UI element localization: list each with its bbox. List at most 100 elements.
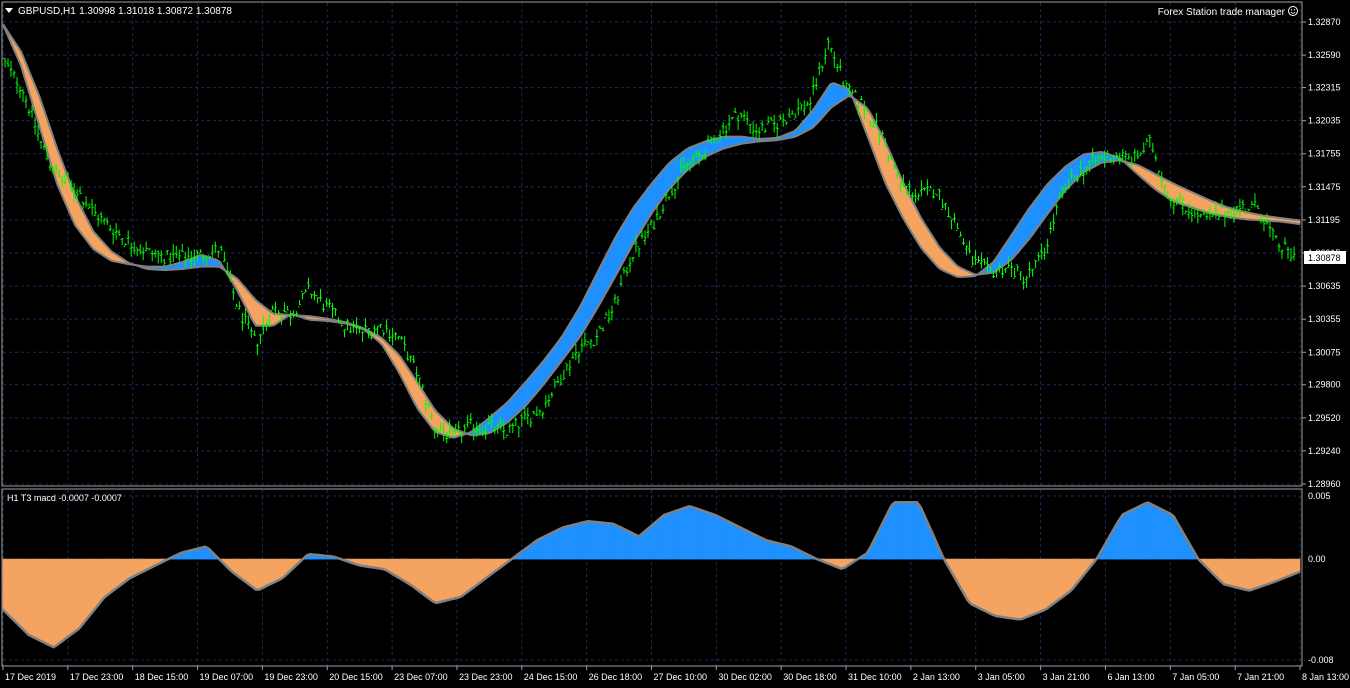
macd-segment <box>685 505 690 560</box>
macd-segment <box>1021 558 1026 620</box>
macd-segment <box>418 558 423 594</box>
macd-segment <box>255 558 260 590</box>
macd-segment <box>974 558 979 609</box>
macd-segment <box>699 509 705 560</box>
macd-segment <box>703 510 708 560</box>
macd-segment <box>114 558 119 590</box>
macd-segment <box>768 540 773 560</box>
price-tick-label: 1.30075 <box>1308 347 1341 357</box>
band-segment <box>830 82 835 110</box>
macd-segment <box>1068 558 1073 594</box>
time-tick-label: 17 Dec 2019 <box>5 672 56 682</box>
macd-segment <box>1155 505 1160 560</box>
macd-segment <box>74 558 80 633</box>
macd-segment <box>765 539 770 560</box>
macd-segment <box>1025 558 1030 619</box>
macd-segment <box>613 523 618 560</box>
macd-segment <box>60 558 65 643</box>
macd-segment <box>266 558 271 587</box>
time-tick-label: 6 Jan 13:00 <box>1107 672 1154 682</box>
macd-segment <box>1241 558 1247 591</box>
macd-segment <box>27 558 33 637</box>
macd-segment <box>17 558 22 629</box>
macd-segment <box>38 558 44 643</box>
macd-segment <box>671 510 676 560</box>
macd-segment <box>1133 506 1138 560</box>
price-tick-label: 1.29800 <box>1308 380 1341 390</box>
macd-segment <box>913 502 918 560</box>
price-tick-label: 1.30355 <box>1308 314 1341 324</box>
macd-segment <box>772 541 777 560</box>
macd-segment <box>1003 558 1008 619</box>
macd-segment <box>400 558 405 582</box>
macd-segment <box>277 558 282 582</box>
macd-segment <box>1162 509 1167 560</box>
macd-segment <box>1043 558 1048 611</box>
macd-segment <box>905 502 911 560</box>
time-tick-label: 19 Dec 07:00 <box>200 672 254 682</box>
band-segment <box>833 82 838 107</box>
time-tick-label: 30 Dec 02:00 <box>718 672 772 682</box>
macd-segment <box>909 502 914 560</box>
macd-segment <box>1028 558 1033 617</box>
macd-segment <box>656 517 661 560</box>
macd-segment <box>696 508 701 560</box>
macd-segment <box>653 520 658 560</box>
svg-text:1.30878: 1.30878 <box>1308 253 1341 263</box>
macd-segment <box>472 558 477 589</box>
macd-segment <box>421 558 426 597</box>
macd-segment <box>996 558 1001 617</box>
macd-segment <box>461 558 466 597</box>
chart-background <box>0 0 1350 688</box>
macd-segment <box>978 558 983 611</box>
time-tick-label: 7 Jan 05:00 <box>1172 672 1219 682</box>
macd-segment <box>100 558 105 603</box>
macd-segment <box>103 558 109 599</box>
macd-segment <box>259 558 264 591</box>
macd-segment <box>602 522 607 560</box>
macd-segment <box>20 558 25 632</box>
macd-segment <box>1158 507 1164 560</box>
macd-segment <box>1281 558 1286 580</box>
macd-segment <box>649 523 654 560</box>
macd-segment <box>743 528 748 560</box>
macd-segment <box>757 535 762 560</box>
macd-segment <box>42 558 47 645</box>
macd-segment <box>2 558 7 614</box>
time-tick-label: 30 Dec 18:00 <box>783 672 837 682</box>
price-tick-label: 1.31755 <box>1308 149 1341 159</box>
macd-segment <box>1238 558 1243 590</box>
macd-segment <box>111 558 116 593</box>
macd-segment <box>1278 558 1283 581</box>
macd-segment <box>64 558 69 641</box>
macd-segment <box>678 508 683 560</box>
time-tick-label: 17 Dec 23:00 <box>70 672 124 682</box>
price-tick-label: 1.29520 <box>1308 413 1341 423</box>
macd-segment <box>1270 558 1276 584</box>
price-tick-label: 1.31195 <box>1308 215 1340 225</box>
macd-segment <box>548 532 553 560</box>
macd-segment <box>67 558 72 638</box>
macd-segment <box>681 506 687 560</box>
price-tick-label: 1.32035 <box>1308 116 1341 126</box>
chart-canvas[interactable]: 1.32870 1.32590 1.32315 1.32035 1.31755 1.314… <box>0 0 1350 688</box>
macd-segment <box>1274 558 1279 583</box>
macd-segment <box>443 558 448 602</box>
macd-segment <box>544 533 549 560</box>
macd-segment <box>967 558 972 605</box>
macd-segment <box>1227 558 1232 587</box>
macd-segment <box>1046 558 1052 610</box>
macd-segment <box>475 558 481 586</box>
macd-segment <box>410 558 416 589</box>
macd-segment <box>1223 558 1229 586</box>
trade-manager-label[interactable]: Forex Station trade manager <box>1158 7 1286 18</box>
macd-segment <box>609 523 614 560</box>
macd-segment <box>988 558 994 616</box>
macd-segment <box>1007 558 1012 619</box>
macd-segment <box>584 520 589 560</box>
macd-segment <box>674 509 679 560</box>
macd-segment <box>1050 558 1055 607</box>
macd-segment <box>537 537 542 560</box>
macd-segment <box>895 502 900 560</box>
symbol-label: GBPUSD,H1 1.30998 1.31018 1.30872 1.30878 <box>18 6 232 17</box>
